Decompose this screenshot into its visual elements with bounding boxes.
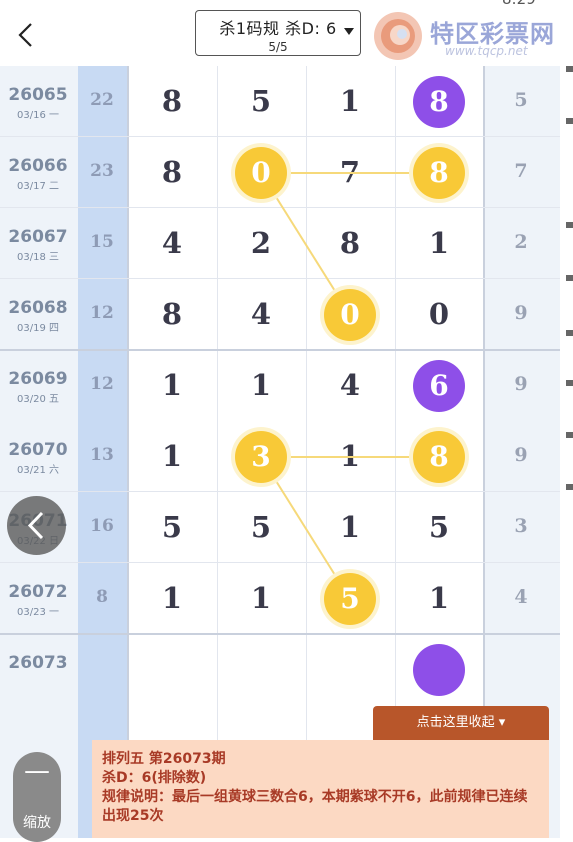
yellow-ball: 5 [324,573,376,625]
edge-glyph [566,330,573,336]
zoom-minus-icon: — [24,756,50,786]
yellow-ball: 8 [413,147,465,199]
edge-glyph [566,380,573,386]
yellow-ball: 3 [235,431,287,483]
zoom-button[interactable]: — 缩放 [13,752,61,842]
edge-glyph [566,484,573,490]
zoom-label: 缩放 [23,815,51,831]
selector-page: 5/5 [268,40,288,54]
edge-glyph [566,66,573,72]
purple-ball: 6 [413,360,465,412]
logo-swirl-icon [374,12,422,60]
chevron-left-icon [27,511,44,540]
chevron-down-icon [344,28,354,35]
info-title: 排列五 第26073期 [102,751,226,767]
status-time: 8:29 [502,0,536,8]
right-edge-strip [560,66,573,838]
edge-glyph [566,275,573,281]
logo-url: www.tqcp.net [445,44,528,58]
purple-ball: 8 [413,76,465,128]
prev-page-fab[interactable] [7,496,66,555]
info-panel: 排列五 第26073期 杀D：6(排除数) 规律说明：最后一组黄球三数合6，本期… [92,740,549,838]
top-bar: 杀1码规 杀D: 6 5/5 特区彩票网 www.tqcp.net 8:29 [0,0,573,66]
purple-ball [413,644,465,696]
info-rule: 杀D：6(排除数) [102,770,207,786]
back-arrow-icon[interactable] [12,20,42,50]
selector-title: 杀1码规 杀D: 6 [219,19,337,38]
edge-glyph [566,118,573,124]
collapse-button[interactable]: 点击这里收起 ▾ [373,706,549,740]
edge-glyph [566,222,573,228]
info-description: 规律说明：最后一组黄球三数合6，本期紫球不开6，此前规律已连续出现25次 [102,789,528,824]
rule-selector-dropdown[interactable]: 杀1码规 杀D: 6 5/5 [195,10,361,56]
yellow-ball: 0 [324,289,376,341]
yellow-ball: 0 [235,147,287,199]
edge-glyph [566,432,573,438]
yellow-ball: 8 [413,431,465,483]
